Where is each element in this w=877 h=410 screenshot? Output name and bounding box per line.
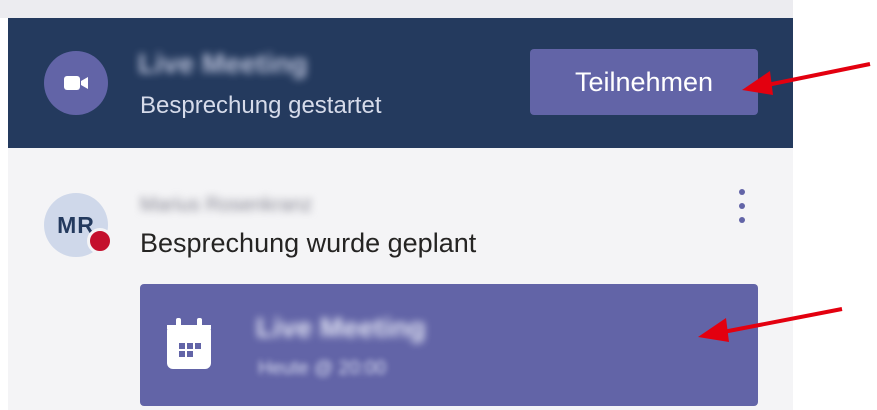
meeting-card[interactable]: Live Meeting Heute @ 20:00: [140, 284, 758, 406]
more-vertical-icon[interactable]: [730, 186, 754, 226]
meeting-started-banner: Live Meeting Besprechung gestartet Teiln…: [8, 18, 793, 148]
post-message: Besprechung wurde geplant: [140, 228, 477, 258]
presence-busy-icon: [87, 228, 113, 254]
meeting-card-title: Live Meeting: [256, 312, 426, 343]
meeting-status: Besprechung gestartet: [140, 92, 382, 119]
top-bar-gap: [0, 0, 793, 18]
post-author: Marius Rosenkranz: [140, 194, 313, 216]
conversation-feed: MR Marius Rosenkranz Besprechung wurde g…: [8, 148, 793, 410]
join-button[interactable]: Teilnehmen: [530, 49, 758, 115]
video-camera-icon: [44, 51, 108, 115]
meeting-card-time: Heute @ 20:00: [258, 358, 387, 379]
calendar-icon: [165, 317, 213, 376]
meeting-name: Live Meeting: [138, 48, 308, 79]
